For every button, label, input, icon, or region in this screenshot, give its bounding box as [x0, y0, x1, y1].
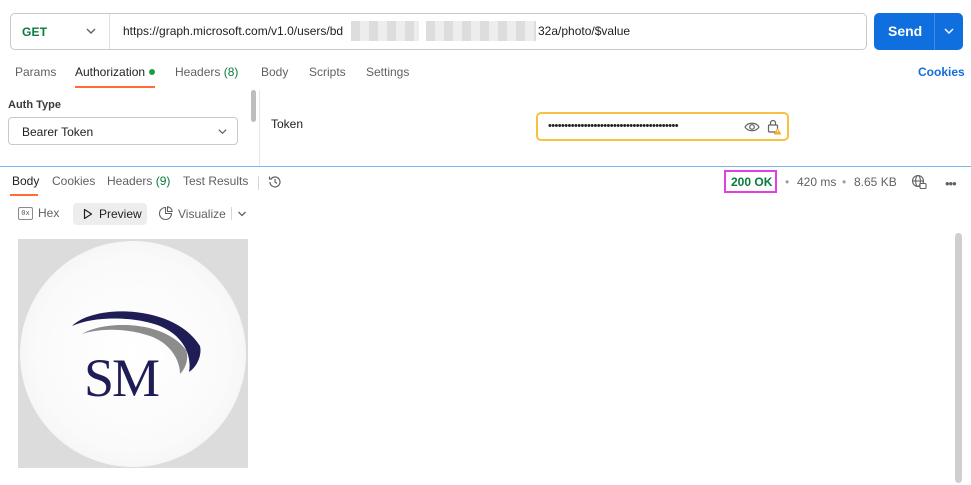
sm-logo: SM: [72, 311, 201, 406]
preview-label: Preview: [99, 207, 142, 221]
auth-scrollbar[interactable]: [251, 90, 256, 122]
tab-body[interactable]: Body: [261, 65, 288, 79]
meta-separator: •: [842, 175, 847, 189]
response-time[interactable]: 420 ms: [797, 175, 836, 189]
chevron-down-icon[interactable]: [943, 25, 955, 37]
divider: [231, 207, 232, 220]
view-visualize-button[interactable]: Visualize: [178, 207, 226, 221]
cookies-link[interactable]: Cookies: [918, 65, 965, 79]
token-input[interactable]: ••••••••••••••••••••••••••••••••••••••••: [536, 112, 789, 141]
chevron-down-icon[interactable]: [237, 209, 247, 219]
response-tab-headers[interactable]: Headers (9): [107, 174, 170, 188]
pane-splitter[interactable]: [0, 166, 971, 167]
tab-params[interactable]: Params: [15, 65, 56, 79]
redacted-segment: [351, 21, 419, 41]
network-globe-icon[interactable]: [911, 174, 927, 190]
active-tab-indicator: [10, 194, 38, 196]
play-icon: [83, 208, 93, 220]
url-bar: GET https://graph.microsoft.com/v1.0/use…: [10, 13, 867, 50]
response-tab-test-results[interactable]: Test Results: [183, 174, 248, 188]
url-text-suffix: 32a/photo/$value: [538, 24, 631, 38]
meta-separator: •: [785, 175, 790, 189]
redacted-segment: [426, 21, 536, 41]
url-input[interactable]: https://graph.microsoft.com/v1.0/users/b…: [11, 14, 868, 49]
profile-photo: SM: [20, 241, 246, 467]
response-tab-cookies[interactable]: Cookies: [52, 174, 95, 188]
response-headers-count: (9): [155, 174, 171, 188]
headers-count: (8): [223, 65, 239, 79]
auth-type-value: Bearer Token: [22, 125, 94, 139]
send-divider: [934, 13, 935, 50]
response-size[interactable]: 8.65 KB: [854, 175, 897, 189]
response-tab-body[interactable]: Body: [12, 174, 39, 188]
response-scrollbar[interactable]: [955, 233, 962, 483]
send-label: Send: [888, 23, 923, 39]
view-hex-button[interactable]: Hex: [38, 206, 59, 220]
tab-headers[interactable]: Headers (8): [175, 65, 238, 79]
tab-authorization[interactable]: Authorization: [75, 65, 156, 79]
hex-icon: 0x: [18, 207, 33, 220]
status-text: 200 OK: [731, 175, 773, 189]
response-tab-headers-label: Headers: [107, 174, 153, 188]
tab-settings[interactable]: Settings: [366, 65, 409, 79]
divider: [258, 176, 259, 190]
visualize-icon: [158, 206, 173, 221]
auth-type-label: Auth Type: [8, 99, 61, 111]
chevron-down-icon: [218, 129, 227, 135]
tab-scripts[interactable]: Scripts: [309, 65, 346, 79]
url-text-prefix: https://graph.microsoft.com/v1.0/users/b…: [123, 24, 344, 38]
eye-icon[interactable]: [744, 120, 760, 134]
status-dot-icon: [149, 68, 156, 75]
auth-divider: [259, 90, 260, 166]
tab-authorization-label: Authorization: [75, 65, 146, 79]
tab-headers-label: Headers: [175, 65, 221, 79]
more-options-icon[interactable]: •••: [945, 176, 957, 191]
auth-type-select[interactable]: Bearer Token: [8, 117, 238, 145]
response-image-preview: SM: [18, 239, 248, 468]
logo-text: SM: [84, 348, 159, 406]
lock-warning-icon[interactable]: [767, 119, 782, 135]
token-value: ••••••••••••••••••••••••••••••••••••••••: [548, 120, 679, 132]
history-icon[interactable]: [267, 174, 283, 190]
token-label: Token: [271, 117, 304, 131]
view-preview-button[interactable]: Preview: [73, 203, 147, 225]
status-badge[interactable]: 200 OK: [724, 170, 777, 193]
active-tab-indicator: [75, 86, 155, 88]
send-button[interactable]: Send: [874, 13, 963, 50]
